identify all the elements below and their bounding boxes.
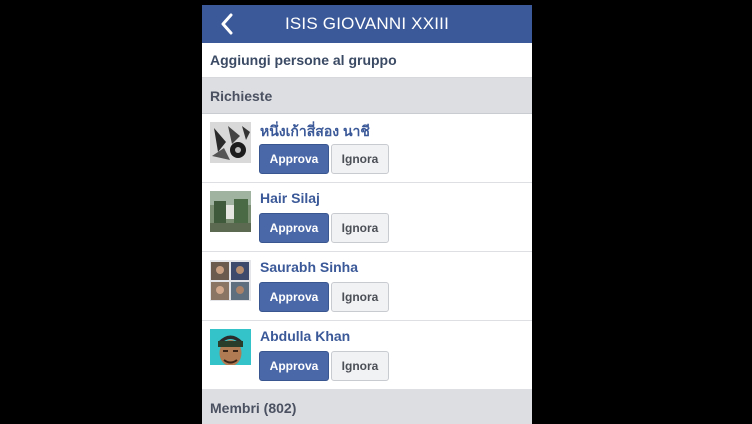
avatar bbox=[210, 122, 251, 163]
avatar bbox=[210, 260, 251, 301]
avatar bbox=[210, 191, 251, 232]
group-screen: ISIS GIOVANNI XXIII Aggiungi persone al … bbox=[202, 5, 532, 424]
back-button[interactable] bbox=[216, 10, 238, 38]
request-row: Saurabh Sinha Approva Ignora bbox=[202, 252, 532, 321]
requester-name[interactable]: Abdulla Khan bbox=[260, 328, 350, 344]
approve-button[interactable]: Approva bbox=[259, 144, 329, 174]
nav-bar: ISIS GIOVANNI XXIII bbox=[202, 5, 532, 43]
approve-button[interactable]: Approva bbox=[259, 282, 329, 312]
ignore-button[interactable]: Ignora bbox=[331, 144, 389, 174]
requests-section-header: Richieste bbox=[202, 78, 532, 114]
approve-button[interactable]: Approva bbox=[259, 351, 329, 381]
add-people-button[interactable]: Aggiungi persone al gruppo bbox=[202, 43, 532, 78]
request-row: หนึ่งเก้าสี่สอง นาชี Approva Ignora bbox=[202, 114, 532, 183]
ignore-button[interactable]: Ignora bbox=[331, 213, 389, 243]
request-row: Hair Silaj Approva Ignora bbox=[202, 183, 532, 252]
requester-name[interactable]: หนึ่งเก้าสี่สอง นาชี bbox=[260, 121, 370, 143]
ignore-button[interactable]: Ignora bbox=[331, 282, 389, 312]
approve-button[interactable]: Approva bbox=[259, 213, 329, 243]
members-section-header[interactable]: Membri (802) bbox=[202, 390, 532, 424]
avatar bbox=[210, 329, 251, 370]
requester-name[interactable]: Saurabh Sinha bbox=[260, 259, 358, 275]
page-title: ISIS GIOVANNI XXIII bbox=[284, 14, 450, 33]
requester-name[interactable]: Hair Silaj bbox=[260, 190, 320, 206]
request-row: Abdulla Khan Approva Ignora bbox=[202, 321, 532, 390]
ignore-button[interactable]: Ignora bbox=[331, 351, 389, 381]
chevron-left-icon bbox=[221, 13, 233, 35]
